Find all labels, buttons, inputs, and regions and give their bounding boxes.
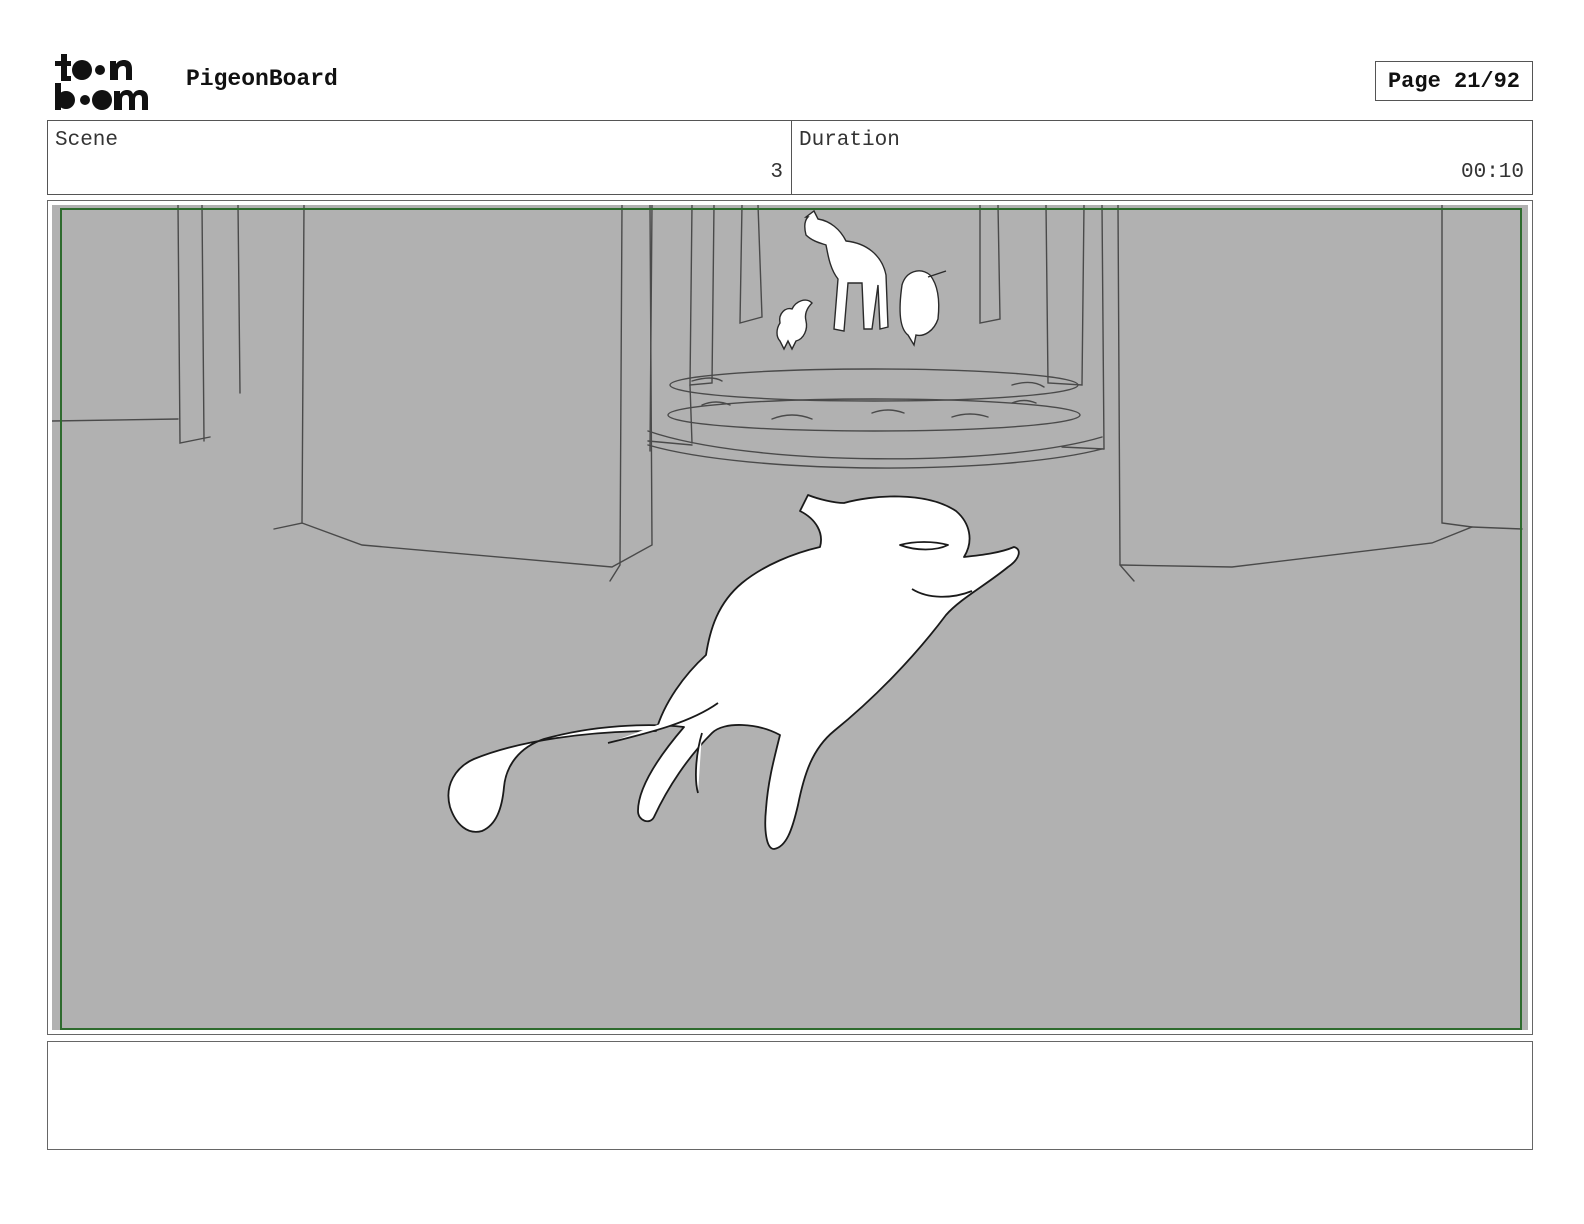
scene-cell: Scene 3	[48, 121, 792, 194]
scene-value: 3	[770, 161, 783, 184]
storyboard-sketch-icon	[52, 205, 1523, 850]
scene-label: Scene	[55, 129, 119, 152]
page-indicator: Page 21/92	[1375, 61, 1533, 101]
storyboard-panel	[47, 200, 1533, 1035]
panel-canvas	[52, 205, 1528, 1030]
notes-box[interactable]	[47, 1041, 1533, 1150]
app-title: PigeonBoard	[186, 66, 338, 92]
scene-info-row: Scene 3 Duration 00:10	[47, 120, 1533, 195]
toon-boom-logo	[55, 54, 148, 110]
duration-cell: Duration 00:10	[792, 121, 1532, 194]
duration-label: Duration	[799, 129, 900, 152]
duration-value: 00:10	[1460, 161, 1524, 184]
